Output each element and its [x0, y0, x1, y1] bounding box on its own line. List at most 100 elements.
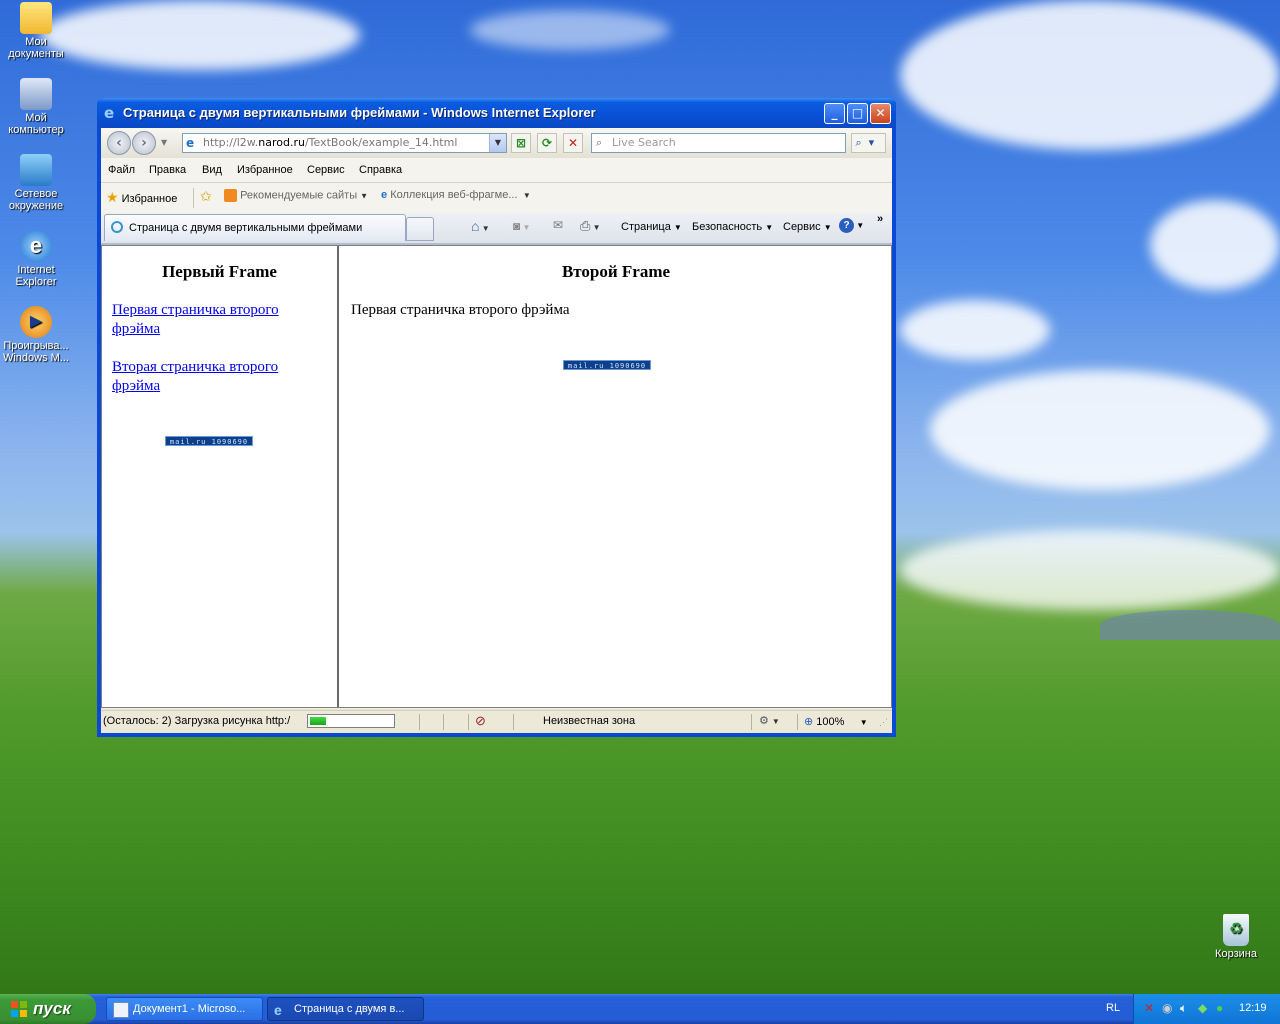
- desktop-icon-media-player[interactable]: ▶ Проигрыва... Windows M...: [0, 306, 72, 364]
- protected-mode-icon[interactable]: ⚙ ▼: [759, 714, 780, 727]
- close-button[interactable]: ✕: [870, 103, 891, 124]
- ie-window[interactable]: e Страница с двумя вертикальными фреймам…: [97, 98, 896, 737]
- cloud: [900, 300, 1050, 360]
- desktop-icon-ie[interactable]: e Internet Explorer: [0, 230, 72, 288]
- search-input[interactable]: ⌕ Live Search: [591, 133, 846, 153]
- task-ie[interactable]: e Страница с двумя в...: [267, 997, 424, 1021]
- clock[interactable]: 12:19: [1239, 1002, 1267, 1014]
- tools-menu[interactable]: Сервис ▼: [783, 221, 832, 233]
- page-menu[interactable]: Страница ▼: [621, 221, 682, 233]
- network-alert-icon[interactable]: ✕: [1144, 1001, 1154, 1015]
- new-tab-button[interactable]: [406, 217, 434, 241]
- print-icon[interactable]: ⎙ ▼: [580, 218, 601, 234]
- task-word[interactable]: Документ1 - Microso...: [106, 997, 263, 1021]
- ie-icon: e: [274, 1002, 282, 1018]
- maximize-button[interactable]: □: [847, 103, 868, 124]
- desktop-icon-network[interactable]: Сетевое окружение: [0, 154, 72, 212]
- search-button[interactable]: ⌕ ▾: [851, 133, 886, 153]
- stop-icon[interactable]: ✕: [563, 133, 583, 153]
- desktop-icon-my-computer[interactable]: Мой компьютер: [0, 78, 72, 136]
- zoom-icon: ⊕: [804, 716, 814, 728]
- tray-app-icon[interactable]: ◉: [1162, 1001, 1172, 1015]
- window-title: Страница с двумя вертикальными фреймами …: [123, 105, 596, 120]
- window-client: ‹ › ▼ e http://l2w.narod.ru/TextBook/exa…: [101, 128, 892, 733]
- menu-favorites[interactable]: Избранное: [237, 164, 293, 176]
- desktop-icon-recycle-bin[interactable]: ♻ Корзина: [1200, 914, 1272, 960]
- separator: [751, 714, 752, 730]
- ie-page-icon: e: [381, 189, 388, 201]
- progress-bar: [307, 714, 395, 728]
- address-bar[interactable]: e http://l2w.narod.ru/TextBook/example_1…: [182, 133, 507, 153]
- tray-app-icon[interactable]: ◆: [1198, 1001, 1207, 1015]
- windows-logo-icon: [11, 1001, 27, 1017]
- web-slice-gallery-button[interactable]: e Коллекция веб-фрагме... ▼: [381, 189, 531, 201]
- forward-button[interactable]: ›: [132, 131, 156, 155]
- suggested-sites-button[interactable]: Рекомендуемые сайты ▼: [224, 189, 368, 202]
- home-icon[interactable]: ⌂ ▼: [471, 218, 490, 234]
- search-icon: ⌕: [596, 136, 603, 149]
- status-bar: (Осталось: 2) Загрузка рисунка http:/ ⊘ …: [101, 710, 892, 733]
- zoom-control[interactable]: ⊕ 100% ▼: [804, 715, 868, 728]
- back-button[interactable]: ‹: [107, 131, 131, 155]
- menu-bar: Файл Правка Вид Избранное Сервис Справка: [101, 158, 892, 183]
- frame2-title: Второй Frame: [561, 262, 671, 281]
- mail-icon[interactable]: ✉: [553, 218, 563, 232]
- separator: [419, 714, 420, 730]
- cloud: [470, 10, 670, 50]
- popup-blocked-icon[interactable]: ⊘: [475, 713, 486, 729]
- start-button[interactable]: пуск: [0, 994, 96, 1024]
- cloud: [900, 530, 1280, 610]
- feeds-icon[interactable]: ◙ ▼: [513, 219, 530, 233]
- desktop-icon-my-documents[interactable]: Мои документы: [0, 2, 72, 60]
- separator: [797, 714, 798, 730]
- menu-help[interactable]: Справка: [359, 164, 402, 176]
- safety-menu[interactable]: Безопасность ▼: [692, 221, 773, 233]
- refresh-icon[interactable]: ⟳: [537, 133, 557, 153]
- toolbar-overflow-icon[interactable]: »: [877, 213, 883, 225]
- link-first-page[interactable]: Первая страничка второго фрэйма: [112, 301, 312, 339]
- my-documents-icon: [20, 2, 52, 34]
- separator: [443, 714, 444, 730]
- cloud: [1150, 200, 1280, 290]
- network-icon: [20, 154, 52, 186]
- navigation-bar: ‹ › ▼ e http://l2w.narod.ru/TextBook/exa…: [101, 128, 892, 158]
- ie-icon: e: [20, 230, 52, 262]
- recycle-bin-icon: ♻: [1223, 914, 1249, 946]
- mail-ru-counter[interactable]: mail.ru 1090690: [165, 436, 253, 446]
- taskbar: пуск Документ1 - Microso... e Страница с…: [0, 994, 1280, 1024]
- compatibility-view-icon[interactable]: ⊠: [511, 133, 531, 153]
- link-second-page[interactable]: Вторая страничка второго фрэйма: [112, 358, 312, 396]
- status-text: (Осталось: 2) Загрузка рисунка http:/: [103, 715, 291, 727]
- menu-edit[interactable]: Правка: [149, 164, 186, 176]
- minimize-button[interactable]: _: [824, 103, 845, 124]
- recent-pages-dropdown-icon[interactable]: ▼: [161, 138, 167, 147]
- menu-file[interactable]: Файл: [108, 164, 135, 176]
- page-icon: e: [186, 136, 195, 150]
- menu-view[interactable]: Вид: [202, 164, 222, 176]
- word-icon: [113, 1002, 129, 1018]
- help-icon[interactable]: ? ▼: [839, 218, 864, 233]
- add-to-favorites-icon[interactable]: ✩: [200, 188, 212, 205]
- volume-icon[interactable]: 🔈︎: [1180, 1001, 1187, 1016]
- address-dropdown-icon[interactable]: ▼: [489, 134, 506, 152]
- menu-tools[interactable]: Сервис: [307, 164, 345, 176]
- mail-ru-counter[interactable]: mail.ru 1090690: [563, 360, 651, 370]
- tab-current[interactable]: Страница с двумя вертикальными фреймами: [104, 214, 406, 241]
- security-zone: Неизвестная зона: [543, 715, 636, 727]
- tray-app-icon[interactable]: ●: [1216, 1001, 1223, 1015]
- resize-grip-icon[interactable]: ⋰: [879, 717, 888, 728]
- frame1-title: Первый Frame: [162, 262, 277, 281]
- cloud: [930, 370, 1270, 490]
- media-player-icon: ▶: [20, 306, 52, 338]
- frame2-text: Первая страничка второго фрэйма: [351, 302, 570, 318]
- distant-hills: [1100, 610, 1280, 640]
- frame-left: Первый Frame Первая страничка второго фр…: [102, 246, 339, 707]
- cloud: [40, 0, 360, 70]
- page-content: Первый Frame Первая страничка второго фр…: [101, 245, 892, 708]
- title-bar[interactable]: e Страница с двумя вертикальными фреймам…: [97, 98, 896, 128]
- favorites-bar: ★ Избранное ✩ Рекомендуемые сайты ▼ e Ко…: [101, 183, 892, 213]
- loading-icon: [111, 221, 123, 233]
- language-indicator[interactable]: RL: [1106, 1002, 1120, 1014]
- favorites-button[interactable]: ★ Избранное: [106, 189, 177, 206]
- suggested-sites-icon: [224, 189, 237, 202]
